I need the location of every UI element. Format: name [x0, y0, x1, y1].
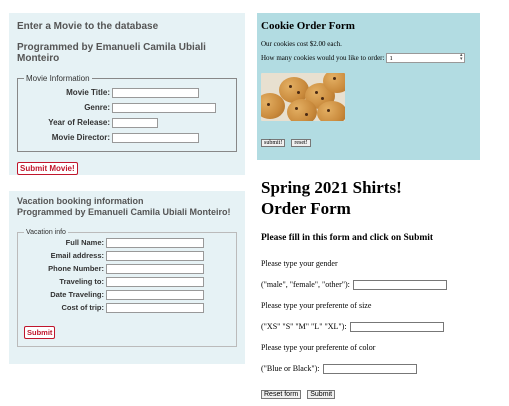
submit-movie-button[interactable]: Submit Movie!: [17, 162, 78, 175]
vacation-fieldset: Vacation info Full Name: Email address: …: [17, 229, 237, 347]
date-traveling-label: Date Traveling:: [50, 290, 104, 299]
gender-input[interactable]: [352, 279, 447, 290]
traveling-to-input[interactable]: [106, 276, 204, 287]
size-row: ("XS" "S" "M" "L" "XL"):: [261, 316, 501, 337]
cost-row: Cost of trip:: [24, 301, 230, 314]
color-label: ("Blue or Black"):: [261, 364, 320, 373]
size-prompt: Please type your preferente of size: [261, 301, 372, 310]
movie-legend: Movie Information: [26, 74, 90, 83]
movie-title-input[interactable]: [112, 87, 199, 98]
shirts-submit-button[interactable]: Submit: [307, 390, 336, 399]
full-name-input[interactable]: [106, 237, 204, 248]
shirts-title: Spring 2021 Shirts!: [261, 178, 402, 197]
spinner-arrows-icon[interactable]: ▴ ▾: [460, 53, 463, 62]
phone-label: Phone Number:: [48, 264, 104, 273]
vacation-form-panel: Vacation booking information Programmed …: [9, 191, 245, 364]
movie-heading: Enter a Movie to the database: [17, 21, 159, 32]
year-label: Year of Release:: [48, 118, 110, 127]
shirts-instruction: Please fill in this form and click on Su…: [261, 233, 434, 243]
director-row: Movie Director:: [24, 130, 230, 145]
color-prompt: Please type your preferente of color: [261, 343, 376, 352]
cost-input[interactable]: [106, 302, 204, 313]
email-label: Email address:: [50, 251, 104, 260]
color-row: ("Blue or Black"):: [261, 358, 501, 379]
genre-input[interactable]: [112, 102, 216, 113]
email-input[interactable]: [106, 250, 204, 261]
shirts-title-line2: Order Form: [261, 199, 351, 218]
full-name-label: Full Name:: [65, 238, 104, 247]
cookie-qty-value: 1: [389, 54, 393, 62]
traveling-to-label: Traveling to:: [59, 277, 104, 286]
vacation-submit-button[interactable]: Submit: [24, 326, 56, 339]
director-label: Movie Director:: [51, 133, 110, 142]
cookie-qty-input[interactable]: 1 ▴ ▾: [386, 53, 466, 63]
shirts-form-panel: Spring 2021 Shirts! Order Form Please fi…: [261, 177, 501, 402]
gender-row: ("male", "female", "other"):: [261, 274, 501, 295]
gender-label: ("male", "female", "other"):: [261, 280, 350, 289]
phone-row: Phone Number:: [24, 262, 230, 275]
movie-title-label: Movie Title:: [66, 88, 110, 97]
movie-title-row: Movie Title:: [24, 85, 230, 100]
cookie-qty-label: How many cookies would you like to order…: [261, 54, 385, 62]
cost-label: Cost of trip:: [61, 303, 105, 312]
cookie-reset-button[interactable]: reset!: [291, 139, 311, 147]
gender-prompt: Please type your gender: [261, 259, 338, 268]
full-name-row: Full Name:: [24, 236, 230, 249]
year-row: Year of Release:: [24, 115, 230, 130]
director-input[interactable]: [112, 132, 199, 143]
cookie-price-text: Our cookies cost $2.00 each.: [261, 40, 342, 48]
cookies-image: [261, 73, 345, 121]
cookie-title: Cookie Order Form: [261, 20, 355, 32]
size-input[interactable]: [349, 321, 444, 332]
shirts-reset-button[interactable]: Reset form: [261, 390, 302, 399]
year-input[interactable]: [112, 117, 158, 128]
vacation-subheading: Programmed by Emanueli Camila Ubiali Mon…: [17, 207, 231, 217]
color-input[interactable]: [322, 363, 417, 374]
date-traveling-input[interactable]: [106, 289, 204, 300]
genre-row: Genre:: [24, 100, 230, 115]
cookie-form-panel: Cookie Order Form Our cookies cost $2.00…: [257, 13, 480, 160]
email-row: Email address:: [24, 249, 230, 262]
date-traveling-row: Date Traveling:: [24, 288, 230, 301]
traveling-to-row: Traveling to:: [24, 275, 230, 288]
movie-form-panel: Enter a Movie to the database Programmed…: [9, 13, 245, 175]
vacation-legend: Vacation info: [26, 229, 66, 236]
vacation-heading: Vacation booking information: [17, 196, 144, 206]
movie-fieldset: Movie Information Movie Title: Genre: Ye…: [17, 74, 237, 152]
movie-subheading: Programmed by Emanueli Camila Ubiali Mon…: [17, 42, 206, 64]
size-label: ("XS" "S" "M" "L" "XL"):: [261, 322, 347, 331]
cookie-qty-row: How many cookies would you like to order…: [261, 53, 476, 63]
genre-label: Genre:: [84, 103, 110, 112]
phone-input[interactable]: [106, 263, 204, 274]
cookie-submit-button[interactable]: submit!: [261, 139, 286, 147]
